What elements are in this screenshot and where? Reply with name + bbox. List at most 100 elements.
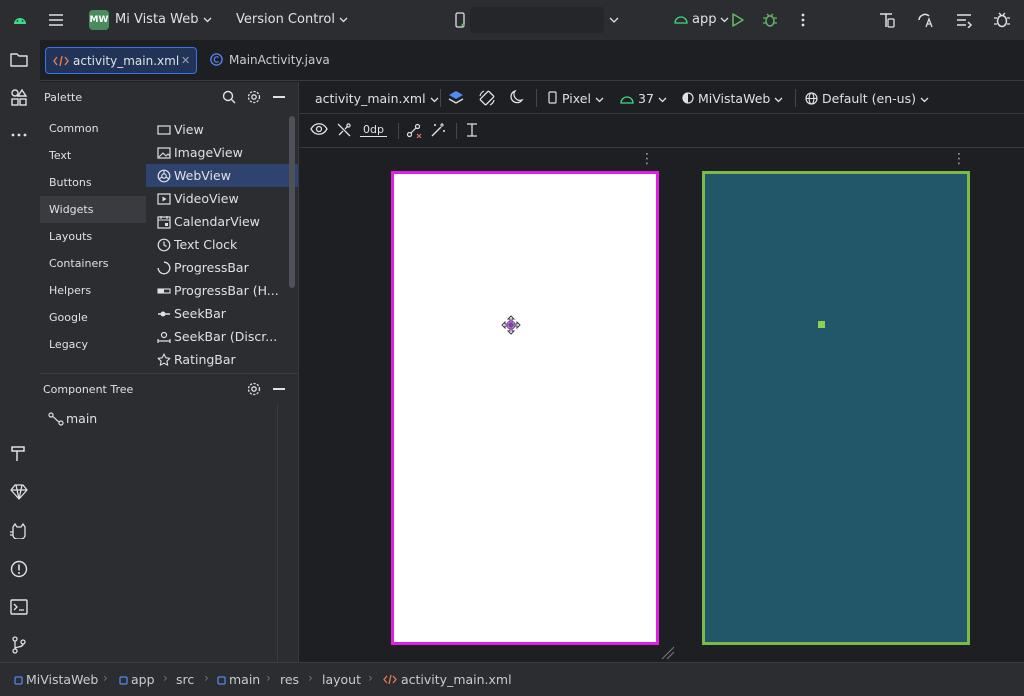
more-vertical-icon[interactable]	[791, 8, 815, 32]
gem-icon[interactable]	[8, 481, 30, 503]
palette-widget-calendarview[interactable]: CalendarView	[146, 210, 298, 233]
eye-icon[interactable]	[310, 122, 328, 140]
palette-category[interactable]: Containers	[40, 250, 146, 277]
project-badge[interactable]: MW	[89, 10, 109, 30]
logcat-icon[interactable]	[8, 520, 30, 542]
breadcrumb-item-main[interactable]: main	[217, 672, 260, 687]
widget-label: ProgressBar (H...	[174, 283, 279, 298]
widget-label: CalendarView	[174, 214, 260, 229]
autoconnect-off-icon[interactable]	[336, 122, 354, 140]
guidelines-icon[interactable]	[464, 122, 482, 140]
title-bar: MW Mi Vista Web Version Control app	[0, 0, 1024, 40]
star-icon	[157, 353, 171, 367]
palette-category[interactable]: Google	[40, 304, 146, 331]
clock-icon	[157, 238, 171, 252]
breadcrumb-item-project[interactable]: MiVistaWeb	[14, 672, 98, 687]
breadcrumb-item-layout[interactable]: layout	[322, 672, 361, 687]
widget-label: ImageView	[174, 145, 243, 160]
resize-handle-icon[interactable]	[660, 645, 676, 661]
palette-category[interactable]: Common	[40, 115, 146, 142]
device-selector[interactable]	[470, 7, 604, 33]
resource-manager-icon[interactable]	[8, 86, 30, 108]
component-tree-node-main[interactable]: main	[66, 411, 97, 426]
terminal-icon[interactable]	[8, 596, 30, 618]
palette-category[interactable]: Legacy	[40, 331, 146, 358]
project-selector[interactable]: Mi Vista Web	[115, 12, 212, 27]
clear-constraints-icon[interactable]	[406, 122, 424, 140]
breadcrumb-item-src[interactable]: src	[176, 672, 194, 687]
theme-selector[interactable]: MiVistaWeb	[682, 91, 783, 106]
palette-widget-view[interactable]: View	[146, 118, 298, 141]
palette-widget-progressbar-horizontal[interactable]: ProgressBar (H...	[146, 279, 298, 302]
close-tab-icon[interactable]: ✕	[181, 54, 190, 67]
breadcrumb-item-app[interactable]: app	[119, 672, 155, 687]
blueprint-preview-surface[interactable]	[702, 171, 970, 645]
tab-main-activity-java[interactable]: MainActivity.java	[210, 53, 330, 67]
main-menu-icon[interactable]	[44, 8, 68, 32]
palette-widget-seekbar-discrete[interactable]: SeekBar (Discr...	[146, 325, 298, 348]
palette-panel: Palette Common Text Buttons Widgets Layo…	[40, 82, 299, 373]
palette-widget-webview[interactable]: WebView	[146, 164, 298, 187]
run-icon[interactable]	[726, 8, 750, 32]
search-icon[interactable]	[222, 90, 236, 104]
device-icon	[448, 8, 472, 32]
palette-scrollbar[interactable]	[289, 116, 295, 288]
palette-category[interactable]: Helpers	[40, 277, 146, 304]
left-tool-strip	[0, 40, 40, 662]
default-margin-value[interactable]: 0dp	[360, 123, 387, 137]
palette-category[interactable]: Buttons	[40, 169, 146, 196]
gear-icon[interactable]	[247, 90, 261, 104]
palette-category[interactable]: Layouts	[40, 223, 146, 250]
build-hammer-icon[interactable]	[8, 442, 30, 464]
tab-activity-main-xml[interactable]: activity_main.xml ✕	[45, 47, 197, 74]
design-preview-surface[interactable]	[391, 171, 659, 645]
breadcrumb-item-res[interactable]: res	[280, 672, 299, 687]
minimize-icon[interactable]	[273, 388, 285, 390]
palette-title: Palette	[44, 91, 83, 104]
debug-icon[interactable]	[758, 8, 782, 32]
palette-widget-seekbar[interactable]: SeekBar	[146, 302, 298, 325]
gear-icon[interactable]	[247, 382, 261, 396]
chevron-down-icon[interactable]	[602, 8, 626, 32]
infer-constraints-magic-icon[interactable]	[430, 122, 448, 140]
palette-widget-textclock[interactable]: Text Clock	[146, 233, 298, 256]
locale-selector[interactable]: Default (en-us)	[805, 91, 929, 106]
git-branch-icon[interactable]	[8, 634, 30, 656]
move-handle-icon[interactable]	[499, 314, 523, 338]
folder-icon[interactable]	[8, 48, 30, 70]
version-control-menu[interactable]: Version Control	[236, 12, 348, 27]
palette-widget-ratingbar[interactable]: RatingBar	[146, 348, 298, 371]
night-mode-icon[interactable]	[510, 89, 528, 107]
locale-label: Default (en-us)	[822, 91, 916, 106]
more-horizontal-icon[interactable]	[8, 124, 30, 146]
seekbar-icon	[157, 307, 171, 321]
translate-icon[interactable]	[913, 8, 937, 32]
orientation-icon[interactable]	[478, 89, 496, 107]
more-vertical-icon[interactable]: ⋮	[640, 152, 654, 166]
palette-category[interactable]: Text	[40, 142, 146, 169]
palette-widget-videoview[interactable]: VideoView	[146, 187, 298, 210]
tab-label: activity_main.xml	[73, 54, 180, 68]
widget-label: VideoView	[174, 191, 239, 206]
progress-circle-icon	[157, 261, 171, 275]
widget-anchor-dot[interactable]	[818, 321, 825, 328]
layout-file-selector[interactable]: activity_main.xml	[315, 91, 439, 106]
palette-widget-imageview[interactable]: ImageView	[146, 141, 298, 164]
structure-icon[interactable]	[952, 8, 976, 32]
breadcrumb-item-file[interactable]: activity_main.xml	[383, 672, 512, 687]
device-manager-icon[interactable]	[875, 8, 899, 32]
device-preview-selector[interactable]: Pixel	[548, 91, 604, 106]
progress-bar-icon	[157, 284, 171, 298]
chevron-down-icon	[203, 12, 212, 27]
layout-canvas[interactable]: ⋮ ⋮	[300, 148, 1024, 662]
palette-widget-progressbar[interactable]: ProgressBar	[146, 256, 298, 279]
problems-icon[interactable]	[8, 558, 30, 580]
settings-bug-icon[interactable]	[990, 8, 1014, 32]
api-level-selector[interactable]: 37	[620, 91, 667, 106]
widget-label: View	[174, 122, 204, 137]
design-surface-layers-icon[interactable]	[447, 89, 465, 107]
more-vertical-icon[interactable]: ⋮	[952, 152, 966, 166]
run-config-selector[interactable]: app	[674, 12, 729, 27]
palette-category-selected[interactable]: Widgets	[40, 196, 146, 223]
minimize-icon[interactable]	[273, 96, 285, 98]
